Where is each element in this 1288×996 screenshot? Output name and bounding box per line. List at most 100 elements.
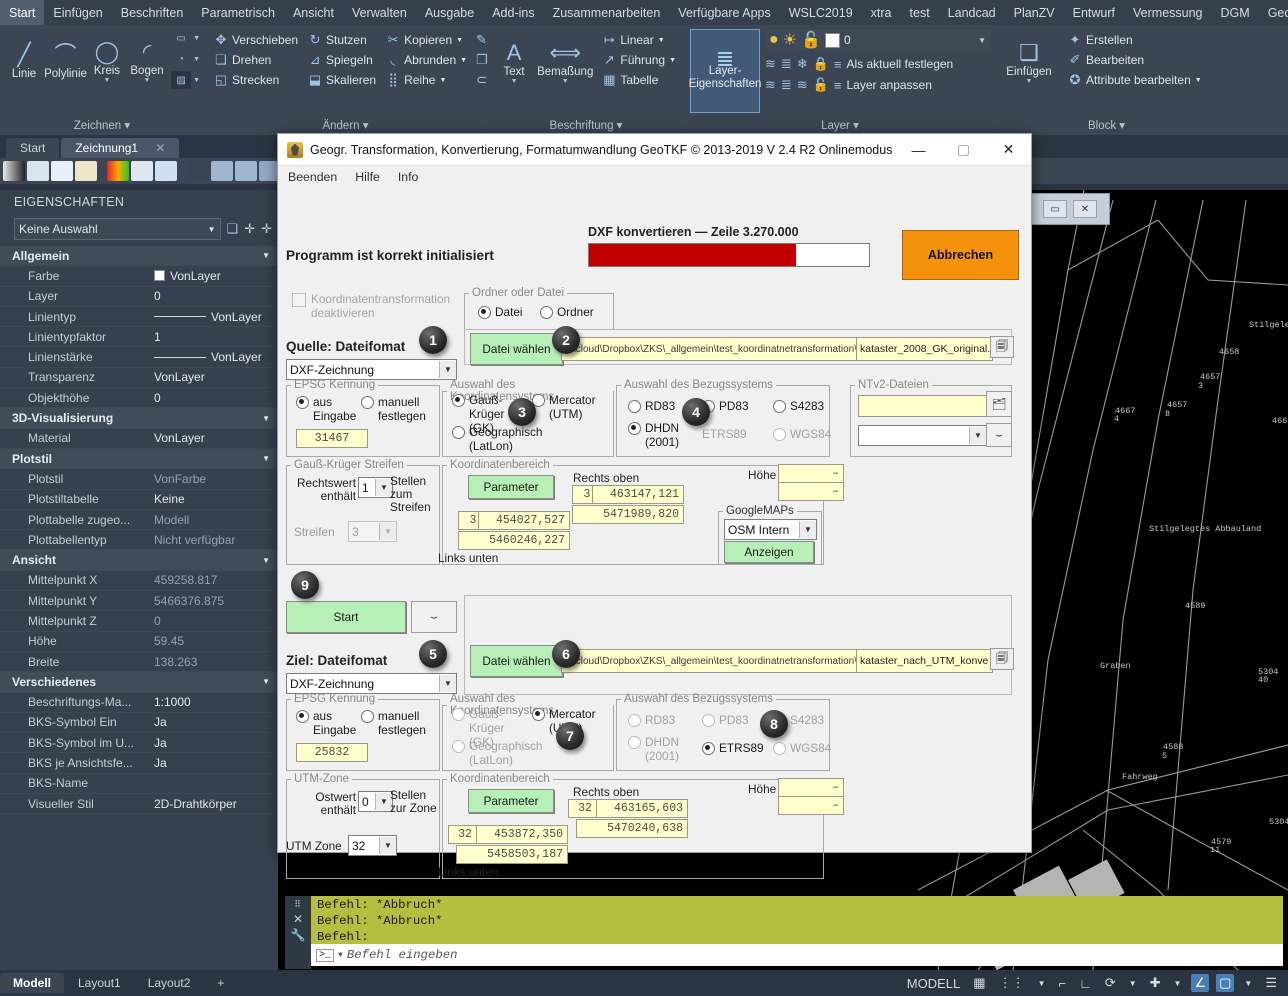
chevron-down-icon[interactable]: ▼: [439, 361, 456, 378]
target-filename-field[interactable]: kataster_nach_UTM_konve: [856, 649, 993, 673]
layer-lock-icon[interactable]: 🔒: [813, 56, 829, 72]
wrench-icon[interactable]: 🔧: [291, 928, 306, 942]
chevron-down-icon[interactable]: ▼: [262, 454, 270, 463]
target-datum-radio-wgs84[interactable]: WGS84: [773, 741, 831, 755]
target-ur-north[interactable]: 5470240,638: [576, 819, 688, 838]
property-row[interactable]: BKS-Name: [0, 774, 278, 795]
property-row[interactable]: Plotstiltabelle Keine: [0, 490, 278, 510]
layer-color-swatch[interactable]: [824, 32, 840, 48]
source-epsg-value[interactable]: 31467: [296, 429, 368, 448]
cancel-button[interactable]: Abbrechen: [902, 230, 1019, 280]
target-epsg-radio-auto[interactable]: aus Eingabe: [296, 709, 356, 737]
property-category-verschiedenes[interactable]: Verschiedenes ▼: [0, 672, 278, 693]
property-row[interactable]: Mittelpunkt X 459258.817: [0, 571, 278, 592]
target-datum-radio-dhdn[interactable]: DHDN (2001): [628, 735, 679, 763]
property-row[interactable]: Visueller Stil 2D-Drahtkörper: [0, 794, 278, 815]
tool-fuehrung[interactable]: ↗ Führung ▼: [597, 50, 681, 70]
ntv2-open-folder-icon[interactable]: 🗂: [986, 391, 1012, 417]
source-filename-field[interactable]: kataster_2008_GK_original.d: [856, 337, 993, 361]
maps-show-button[interactable]: Anzeigen: [724, 541, 814, 563]
chevron-down-icon[interactable]: ▼: [969, 427, 986, 444]
layout-tab-modell[interactable]: Modell: [0, 973, 64, 993]
tool-kreis[interactable]: ◯ Kreis ▼: [87, 35, 127, 84]
source-path-field[interactable]: D:\cloud\Dropbox\ZKS\_allgemein\test_koo…: [561, 337, 862, 361]
tool-einfuegen[interactable]: ❑ Einfügen ▼: [999, 36, 1059, 85]
chevron-down-icon[interactable]: ▼: [978, 36, 986, 45]
target-ll-east[interactable]: 453872,350: [476, 825, 568, 844]
layer-merge-icon[interactable]: ≡: [834, 78, 842, 93]
ribbon-tab-verfuegbare-apps[interactable]: Verfügbare Apps: [669, 0, 779, 25]
ntv2-combo[interactable]: ▼: [858, 425, 987, 446]
chevron-down-icon[interactable]: ▼: [439, 77, 446, 84]
tool-spiegeln[interactable]: ⊿ Spiegeln: [303, 50, 381, 70]
chevron-down-icon[interactable]: ▼: [144, 77, 151, 84]
property-row[interactable]: Plottabelle zugeo... Modell: [0, 510, 278, 531]
ribbon-tab-zusammenarbeiten[interactable]: Zusammenarbeiten: [544, 0, 670, 25]
layer-on-icon[interactable]: ≋: [765, 77, 776, 93]
offset-icon[interactable]: ⊂: [476, 72, 488, 88]
ribbon-tab-verwalten[interactable]: Verwalten: [343, 0, 416, 25]
rectangle-icon[interactable]: ▭: [171, 29, 191, 47]
source-ur-east[interactable]: 463147,121: [592, 485, 684, 504]
source-coordsys-radio-utm[interactable]: Mercator (UTM): [532, 393, 598, 421]
layer-thaw-icon[interactable]: ≣: [781, 77, 792, 93]
ribbon-tab-dgm[interactable]: DGM: [1212, 0, 1259, 25]
tool-linear[interactable]: ↦ Linear ▼: [597, 30, 681, 50]
chevron-down-icon[interactable]: ▼: [208, 225, 216, 234]
chevron-down-icon[interactable]: ▼: [1241, 978, 1255, 989]
property-category-3d[interactable]: 3D-Visualisierung ▼: [0, 408, 278, 429]
source-coordsys-radio-latlon[interactable]: Geographisch (LatLon): [452, 425, 542, 453]
georef-tool-icon[interactable]: [75, 161, 97, 181]
gk-strip-digits-combo[interactable]: 1 ▼: [358, 477, 393, 498]
source-choose-file-button[interactable]: Datei wählen: [470, 333, 563, 365]
gradient-tool-icon[interactable]: [3, 161, 25, 181]
tool-stutzen[interactable]: ✂ Kopieren ▼: [381, 30, 472, 50]
close-button[interactable]: ✕: [986, 135, 1031, 165]
property-row[interactable]: Beschriftungs-Ma... 1:1000: [0, 693, 278, 713]
add-layout-button[interactable]: +: [204, 973, 237, 993]
source-datum-radio-wgs84[interactable]: WGS84: [773, 427, 831, 441]
rotate-view-tool-icon[interactable]: [155, 161, 177, 181]
set-current-layer-icon[interactable]: ≡: [834, 57, 842, 72]
property-category-ansicht[interactable]: Ansicht ▼: [0, 550, 278, 571]
ntv2-reload-icon[interactable]: ⌣: [986, 423, 1012, 447]
ribbon-tab-wslc2019[interactable]: WSLC2019: [780, 0, 862, 25]
chevron-down-icon[interactable]: ▼: [1035, 978, 1049, 989]
close-icon[interactable]: ✕: [293, 912, 303, 926]
ntv2-file-field[interactable]: [858, 395, 992, 417]
unlock-icon[interactable]: 🔓: [801, 30, 821, 50]
quick-select-icon[interactable]: ❏: [227, 221, 239, 237]
colorband-tool-icon[interactable]: [107, 161, 129, 181]
ribbon-tab-test[interactable]: test: [901, 0, 939, 25]
property-category-allgemein[interactable]: Allgemein ▼: [0, 246, 278, 267]
source-datum-radio-etrs89[interactable]: ETRS89: [702, 427, 747, 441]
source-browse-icon[interactable]: 🗐: [990, 336, 1014, 358]
gk-strip-value-combo[interactable]: 3 ▼: [348, 521, 397, 542]
ortho-toggle-icon[interactable]: ∟: [1076, 975, 1095, 992]
source-parameter-button[interactable]: Parameter: [468, 475, 554, 499]
ucs-tool-icon[interactable]: [27, 161, 49, 181]
source-datum-radio-dhdn[interactable]: DHDN (2001): [628, 421, 679, 449]
match-properties-icon[interactable]: ✎: [476, 32, 488, 48]
layer-off-icon[interactable]: ❄: [797, 56, 808, 72]
property-row[interactable]: Farbe VonLayer: [0, 266, 278, 287]
layer-isolate-icon[interactable]: ≋: [765, 56, 776, 72]
deactivate-transform-checkbox[interactable]: Koordinatentransformation deaktivieren: [292, 292, 450, 320]
polar-tracking-icon[interactable]: ⟳: [1102, 974, 1119, 992]
model-space-button[interactable]: MODELL: [904, 975, 963, 992]
quick-calc-icon[interactable]: ✛: [261, 221, 272, 237]
property-row[interactable]: Linienstärke VonLayer: [0, 347, 278, 368]
chevron-down-icon[interactable]: ▼: [379, 523, 396, 540]
ribbon-tab-landcad[interactable]: Landcad: [939, 0, 1005, 25]
tool-kopieren[interactable]: ❏ Drehen: [209, 50, 303, 70]
chevron-down-icon[interactable]: ▼: [193, 35, 200, 42]
restore-icon[interactable]: ▭: [1043, 200, 1067, 218]
chevron-down-icon[interactable]: ▼: [379, 837, 396, 854]
layer-freeze-icon[interactable]: ≣: [781, 56, 792, 72]
chevron-down-icon[interactable]: ▼: [193, 77, 200, 84]
chevron-down-icon[interactable]: ▼: [658, 37, 665, 44]
target-path-field[interactable]: D:\cloud\Dropbox\ZKS\_allgemein\test_koo…: [561, 649, 862, 673]
tool-reihe[interactable]: ⣿ Reihe ▼: [381, 70, 472, 90]
ribbon-tab-vermessung[interactable]: Vermessung: [1124, 0, 1211, 25]
ribbon-tab-xtra[interactable]: xtra: [862, 0, 901, 25]
